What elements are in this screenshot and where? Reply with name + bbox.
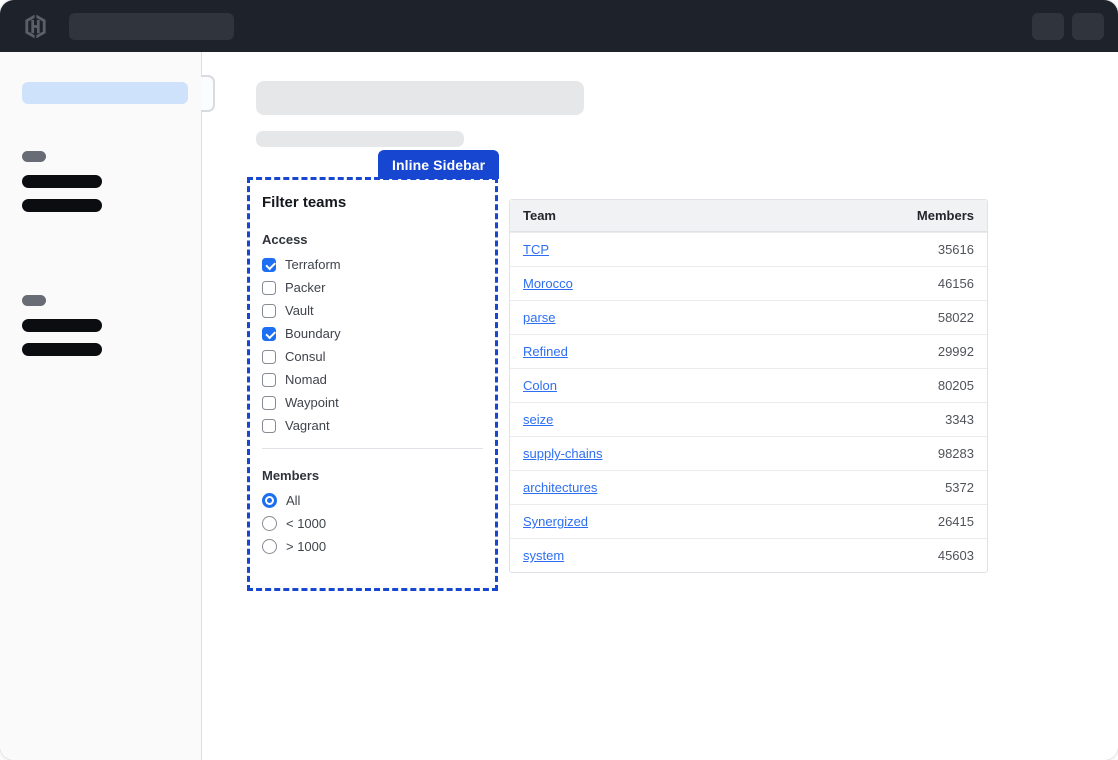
top-nav bbox=[0, 0, 1118, 52]
nav-search-skeleton[interactable] bbox=[69, 13, 234, 40]
app-window: Inline Sidebar Filter teams Access Terra… bbox=[0, 0, 1118, 760]
team-link[interactable]: Synergized bbox=[523, 514, 588, 529]
members-value: 80205 bbox=[938, 378, 974, 393]
team-link[interactable]: TCP bbox=[523, 242, 549, 257]
checkbox[interactable] bbox=[262, 373, 276, 387]
radio-option[interactable]: All bbox=[262, 493, 483, 508]
main-content: Inline Sidebar Filter teams Access Terra… bbox=[202, 52, 1118, 760]
checkbox[interactable] bbox=[262, 396, 276, 410]
checkbox-label: Packer bbox=[285, 280, 325, 295]
radio-button[interactable] bbox=[262, 539, 277, 554]
nav-action-skeleton-1[interactable] bbox=[1032, 13, 1064, 40]
page-subtitle-skeleton bbox=[256, 131, 464, 147]
sidebar-active-item-skeleton[interactable] bbox=[22, 82, 188, 104]
members-value: 5372 bbox=[945, 480, 974, 495]
checkbox[interactable] bbox=[262, 419, 276, 433]
checkbox-option[interactable]: Packer bbox=[262, 280, 483, 295]
table-row: architectures 5372 bbox=[510, 470, 987, 504]
checkbox-option[interactable]: Consul bbox=[262, 349, 483, 364]
team-link[interactable]: supply-chains bbox=[523, 446, 603, 461]
members-value: 98283 bbox=[938, 446, 974, 461]
team-link[interactable]: Refined bbox=[523, 344, 568, 359]
sidebar-item-skeleton[interactable] bbox=[22, 319, 102, 332]
checkbox[interactable] bbox=[262, 350, 276, 364]
checkbox[interactable] bbox=[262, 258, 276, 272]
access-checkbox-list: Terraform Packer Vault bbox=[262, 257, 483, 433]
members-value: 26415 bbox=[938, 514, 974, 529]
sidebar-section-label-skeleton bbox=[22, 295, 46, 306]
checkbox-option[interactable]: Vault bbox=[262, 303, 483, 318]
checkbox-label: Vault bbox=[285, 303, 314, 318]
table-row: system 45603 bbox=[510, 538, 987, 572]
filter-panel: Filter teams Access Terraform Packer bbox=[247, 177, 498, 591]
checkbox[interactable] bbox=[262, 304, 276, 318]
checkbox-label: Vagrant bbox=[285, 418, 330, 433]
members-value: 46156 bbox=[938, 276, 974, 291]
radio-label: All bbox=[286, 493, 300, 508]
members-value: 45603 bbox=[938, 548, 974, 563]
inline-sidebar-badge: Inline Sidebar bbox=[378, 150, 499, 179]
checkbox-option[interactable]: Boundary bbox=[262, 326, 483, 341]
members-radio-list: All < 1000 > 1000 bbox=[262, 493, 483, 554]
filter-title: Filter teams bbox=[262, 194, 483, 211]
checkbox-label: Waypoint bbox=[285, 395, 339, 410]
radio-button[interactable] bbox=[262, 516, 277, 531]
column-header-team: Team bbox=[523, 208, 556, 223]
sidebar-item-skeleton[interactable] bbox=[22, 199, 102, 212]
checkbox-option[interactable]: Waypoint bbox=[262, 395, 483, 410]
members-value: 35616 bbox=[938, 242, 974, 257]
access-group-label: Access bbox=[262, 232, 483, 247]
table-row: Refined 29992 bbox=[510, 334, 987, 368]
nav-action-skeleton-2[interactable] bbox=[1072, 13, 1104, 40]
body-row: Inline Sidebar Filter teams Access Terra… bbox=[0, 52, 1118, 760]
members-value: 3343 bbox=[945, 412, 974, 427]
app-sidebar bbox=[0, 52, 202, 760]
checkbox-option[interactable]: Vagrant bbox=[262, 418, 483, 433]
table-row: parse 58022 bbox=[510, 300, 987, 334]
section-divider bbox=[262, 448, 483, 449]
radio-label: < 1000 bbox=[286, 516, 326, 531]
checkbox-label: Boundary bbox=[285, 326, 341, 341]
table-body: TCP 35616 Morocco 46156 parse 58022 bbox=[510, 232, 987, 572]
sidebar-toggle-handle[interactable] bbox=[201, 75, 215, 112]
team-link[interactable]: Colon bbox=[523, 378, 557, 393]
checkbox[interactable] bbox=[262, 281, 276, 295]
page-title-skeleton bbox=[256, 81, 584, 115]
radio-option[interactable]: < 1000 bbox=[262, 516, 483, 531]
checkbox-option[interactable]: Terraform bbox=[262, 257, 483, 272]
members-value: 29992 bbox=[938, 344, 974, 359]
teams-table: Team Members TCP 35616 Morocco 46156 bbox=[509, 199, 988, 573]
checkbox-option[interactable]: Nomad bbox=[262, 372, 483, 387]
team-link[interactable]: seize bbox=[523, 412, 553, 427]
members-group-label: Members bbox=[262, 468, 483, 483]
team-link[interactable]: architectures bbox=[523, 480, 597, 495]
team-link[interactable]: parse bbox=[523, 310, 556, 325]
table-row: seize 3343 bbox=[510, 402, 987, 436]
column-header-members: Members bbox=[917, 208, 974, 223]
radio-button[interactable] bbox=[262, 493, 277, 508]
radio-option[interactable]: > 1000 bbox=[262, 539, 483, 554]
checkbox-label: Consul bbox=[285, 349, 325, 364]
table-header-row: Team Members bbox=[510, 200, 987, 232]
table-row: Morocco 46156 bbox=[510, 266, 987, 300]
sidebar-section-label-skeleton bbox=[22, 151, 46, 162]
team-link[interactable]: Morocco bbox=[523, 276, 573, 291]
members-value: 58022 bbox=[938, 310, 974, 325]
table-row: Colon 80205 bbox=[510, 368, 987, 402]
table-row: TCP 35616 bbox=[510, 232, 987, 266]
sidebar-item-skeleton[interactable] bbox=[22, 175, 102, 188]
table-row: supply-chains 98283 bbox=[510, 436, 987, 470]
table-row: Synergized 26415 bbox=[510, 504, 987, 538]
team-link[interactable]: system bbox=[523, 548, 564, 563]
checkbox-label: Nomad bbox=[285, 372, 327, 387]
radio-label: > 1000 bbox=[286, 539, 326, 554]
checkbox[interactable] bbox=[262, 327, 276, 341]
hashicorp-logo-icon bbox=[22, 13, 49, 40]
sidebar-item-skeleton[interactable] bbox=[22, 343, 102, 356]
checkbox-label: Terraform bbox=[285, 257, 341, 272]
